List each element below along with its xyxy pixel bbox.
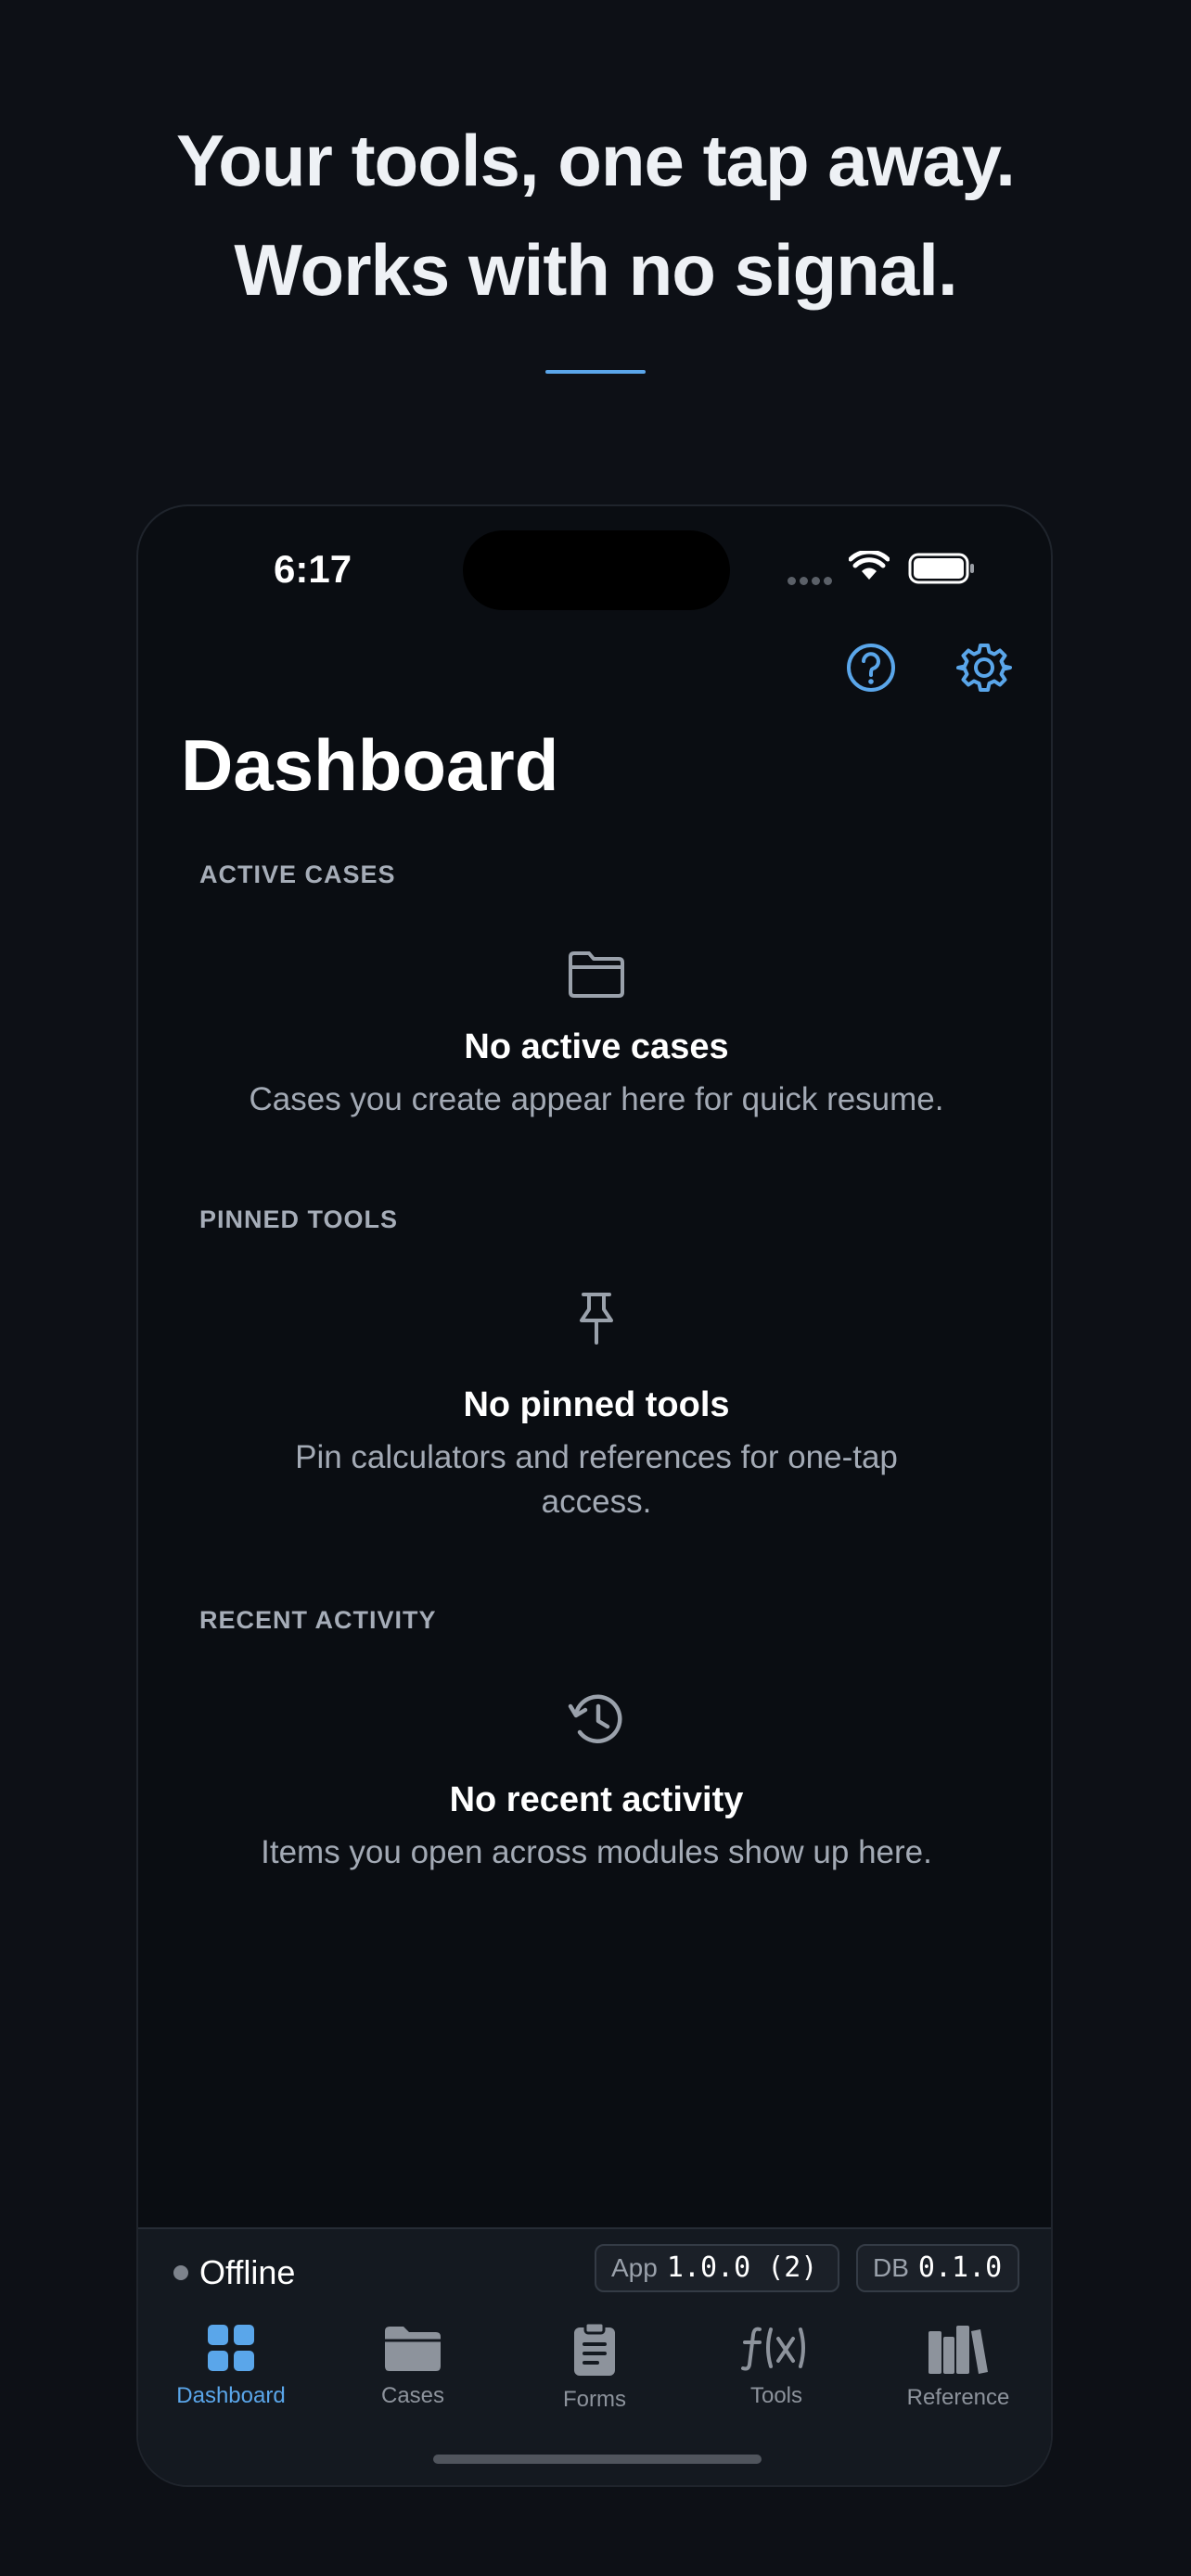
home-indicator[interactable]	[433, 2455, 762, 2464]
tab-forms[interactable]: Forms	[504, 2322, 685, 2433]
tab-tools-label: Tools	[749, 2383, 803, 2408]
books-icon	[928, 2326, 988, 2374]
pin-icon	[580, 1293, 613, 1345]
bottom-bar: Offline App 1.0.0 (2) DB 0.1.0 Dashboard C…	[138, 2227, 1051, 2485]
signal-dots-icon	[788, 573, 836, 585]
tab-dashboard[interactable]: Dashboard	[140, 2322, 322, 2433]
app-version-value: 1.0.0 (2)	[666, 2251, 818, 2284]
history-icon	[568, 1694, 622, 1743]
tab-forms-label: Forms	[563, 2387, 626, 2412]
dynamic-island	[463, 530, 730, 610]
promo-header: Your tools, one tap away. Works with no …	[0, 0, 1191, 501]
status-dot-icon	[173, 2265, 188, 2280]
help-circle-icon[interactable]	[841, 638, 901, 697]
empty-title-active-cases: No active cases	[464, 1027, 729, 1066]
empty-title-recent-activity: No recent activity	[449, 1780, 744, 1819]
folder-icon	[569, 951, 624, 998]
app-version-badge: App 1.0.0 (2)	[595, 2244, 839, 2292]
section-label-active-cases: ACTIVE CASES	[199, 861, 396, 888]
tab-reference[interactable]: Reference	[867, 2322, 1049, 2433]
promo-headline-line2: Works with no signal.	[234, 229, 957, 311]
tab-dashboard-label: Dashboard	[176, 2383, 286, 2408]
app-version-key: App	[611, 2253, 658, 2282]
status-time: 6:17	[274, 547, 352, 591]
db-version-value: 0.1.0	[917, 2251, 1003, 2284]
db-version-key: DB	[873, 2253, 909, 2282]
section-label-pinned-tools: PINNED TOOLS	[199, 1205, 399, 1233]
gear-icon[interactable]	[954, 638, 1014, 697]
promo-headline-line1: Your tools, one tap away.	[176, 120, 1016, 201]
phone-screen: 6:17 Dashboard ACTIVE CASES No active ca…	[136, 504, 1053, 2487]
tab-reference-label: Reference	[906, 2385, 1010, 2410]
tab-cases-label: Cases	[380, 2383, 445, 2408]
empty-title-pinned-tools: No pinned tools	[463, 1385, 730, 1424]
tab-tools[interactable]: Tools	[685, 2322, 867, 2433]
connection-status: Offline	[173, 2253, 295, 2292]
section-label-recent-activity: RECENT ACTIVITY	[199, 1606, 437, 1634]
connection-status-label: Offline	[199, 2253, 296, 2291]
function-icon	[741, 2327, 805, 2371]
empty-subtitle-pinned-tools: Pin calculators and references for one-t…	[295, 1439, 898, 1520]
accent-divider	[545, 370, 646, 374]
grid-icon	[208, 2325, 254, 2371]
battery-icon	[908, 553, 974, 584]
empty-subtitle-active-cases: Cases you create appear here for quick r…	[249, 1081, 944, 1117]
clipboard-icon	[574, 2322, 615, 2376]
tab-cases[interactable]: Cases	[322, 2322, 504, 2433]
page-title: Dashboard	[181, 724, 559, 806]
db-version-badge: DB 0.1.0	[856, 2244, 1019, 2292]
folder-icon	[385, 2327, 441, 2371]
wifi-icon	[849, 551, 890, 580]
empty-subtitle-recent-activity: Items you open across modules show up he…	[261, 1834, 932, 1870]
